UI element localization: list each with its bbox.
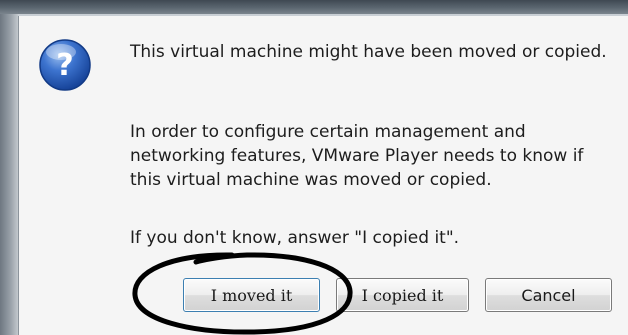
svg-text:?: ? (56, 48, 73, 83)
cancel-button[interactable]: Cancel (485, 278, 612, 312)
message-advice: If you don't know, answer "I copied it". (130, 228, 460, 248)
i-copied-it-button[interactable]: I copied it (336, 278, 469, 312)
i-moved-it-button[interactable]: I moved it (183, 278, 320, 312)
message-moved-or-copied: This virtual machine might have been mov… (130, 42, 607, 62)
screenshot: ? This virtual machine might have been m… (0, 0, 628, 335)
message-explanation: In order to configure certain management… (130, 122, 584, 190)
window-title-bar-edge (0, 0, 628, 14)
question-icon: ? (39, 39, 91, 91)
window-left-border (0, 14, 18, 335)
